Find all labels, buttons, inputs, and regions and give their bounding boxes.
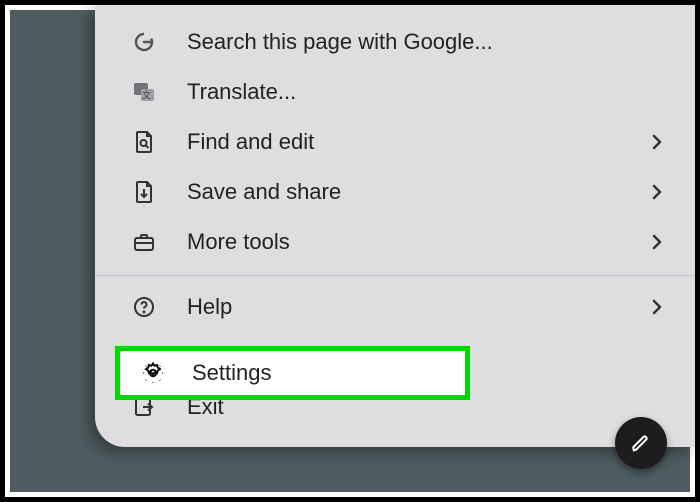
menu-item-label: Help <box>187 294 645 320</box>
menu-item-settings[interactable]: Settings <box>115 346 470 400</box>
chevron-right-icon <box>645 183 669 201</box>
menu-item-label: Save and share <box>187 179 645 205</box>
menu-item-label: Settings <box>192 360 272 386</box>
screenshot-frame: Search this page with Google... 文 Transl… <box>0 0 700 502</box>
menu-item-more-tools[interactable]: More tools <box>95 217 695 267</box>
toolbox-icon <box>129 231 159 253</box>
menu-item-find-edit[interactable]: Find and edit <box>95 117 695 167</box>
menu-item-help[interactable]: Help <box>95 282 695 332</box>
menu-item-label: More tools <box>187 229 645 255</box>
menu-item-label: Translate... <box>187 79 669 105</box>
edit-icon <box>630 432 652 454</box>
help-icon <box>129 295 159 319</box>
google-icon <box>129 30 159 54</box>
gear-icon <box>138 361 168 385</box>
edit-fab[interactable] <box>615 417 667 469</box>
save-share-icon <box>129 180 159 204</box>
chevron-right-icon <box>645 133 669 151</box>
menu-divider <box>95 275 695 276</box>
menu-item-label: Find and edit <box>187 129 645 155</box>
svg-text:文: 文 <box>142 90 151 101</box>
translate-icon: 文 <box>129 80 159 104</box>
menu-item-save-share[interactable]: Save and share <box>95 167 695 217</box>
menu-item-search-google[interactable]: Search this page with Google... <box>95 17 695 67</box>
menu-item-label: Search this page with Google... <box>187 29 669 55</box>
chevron-right-icon <box>645 233 669 251</box>
find-icon <box>129 130 159 154</box>
menu-item-translate[interactable]: 文 Translate... <box>95 67 695 117</box>
chevron-right-icon <box>645 298 669 316</box>
